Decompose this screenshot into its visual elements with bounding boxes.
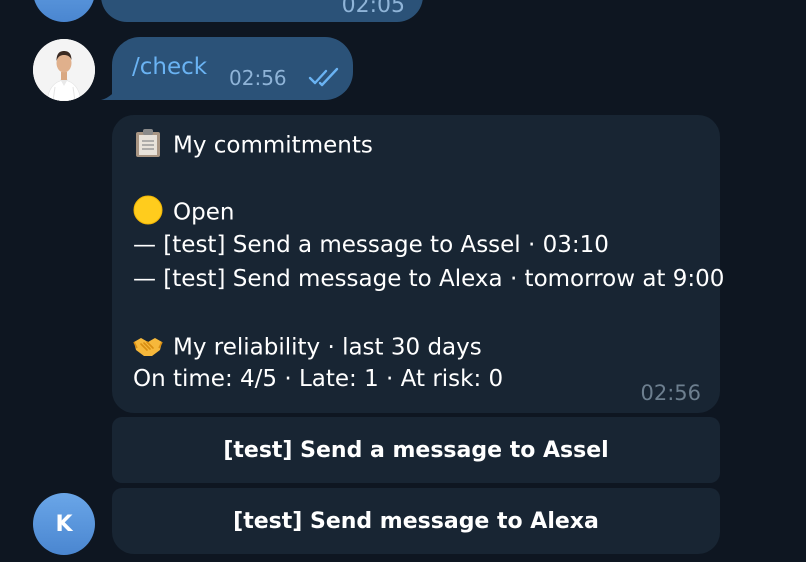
bot-avatar[interactable]: K (33, 493, 95, 555)
yellow-circle-icon (133, 195, 163, 225)
inline-button-label: [test] Send a message to Assel (223, 437, 609, 463)
reliability-heading: My reliability · last 30 days (173, 334, 482, 361)
message-heading: My commitments (173, 132, 373, 159)
message-time: 02:56 (229, 66, 287, 90)
outgoing-message[interactable]: /check 02:56 (112, 37, 353, 100)
message-time: 02:56 (640, 381, 701, 405)
incoming-message[interactable]: My commitments Open — [test] Send a mess… (112, 115, 724, 413)
double-check-icon (308, 67, 339, 87)
commitment-item: — [test] Send message to Alexa · tomorro… (133, 266, 724, 292)
inline-button-assel[interactable]: [test] Send a message to Assel (112, 417, 720, 483)
message-text[interactable]: /check (132, 54, 207, 80)
avatar-initial: K (55, 511, 73, 537)
stats-text: On time: 4/5 · Late: 1 · At risk: 0 (133, 366, 504, 392)
commitment-text: — [test] Send message to Alexa · tomorro… (133, 266, 725, 292)
avatar[interactable] (33, 0, 95, 22)
message-line: My reliability · last 30 days (133, 333, 482, 363)
handshake-icon (133, 338, 163, 356)
message-time: 02:05 (341, 0, 405, 18)
user-photo-icon (33, 39, 95, 101)
user-avatar[interactable] (33, 39, 95, 101)
message-bubble-previous[interactable]: 02:05 (101, 0, 423, 22)
clipboard-icon (136, 129, 160, 157)
inline-button-label: [test] Send message to Alexa (233, 508, 599, 534)
section-label-open: Open (173, 199, 235, 226)
commitment-text: — [test] Send a message to Assel · 03:10 (133, 232, 609, 258)
message-line: Open (133, 195, 235, 228)
reliability-stats: On time: 4/5 · Late: 1 · At risk: 0 (133, 366, 503, 392)
commitment-item: — [test] Send a message to Assel · 03:10 (133, 232, 609, 258)
chat-area: 02:05 /check 02:56 My commitments Open —… (0, 0, 806, 562)
inline-button-alexa[interactable]: [test] Send message to Alexa (112, 488, 720, 554)
message-line: My commitments (133, 129, 373, 161)
